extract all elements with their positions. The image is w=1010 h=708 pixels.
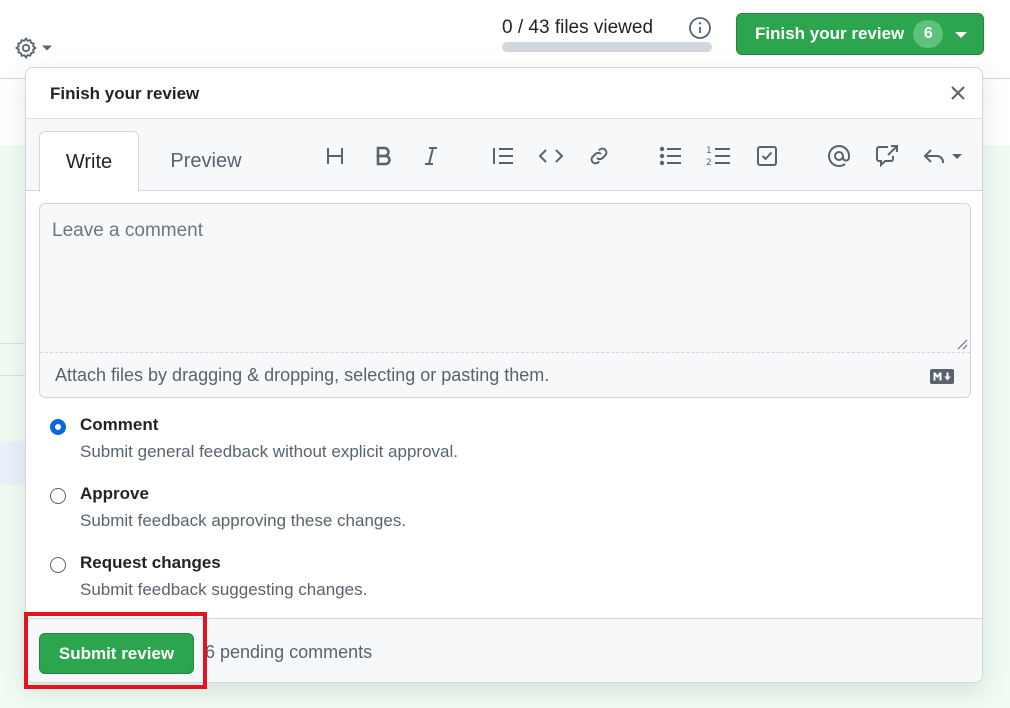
markdown-icon[interactable] — [930, 369, 954, 384]
option-approve-label: Approve — [80, 484, 149, 503]
svg-text:2: 2 — [706, 158, 712, 168]
request-changes-radio[interactable] — [50, 557, 66, 573]
option-request-changes-description: Submit feedback suggesting changes. — [80, 580, 368, 599]
comment-textarea[interactable] — [40, 204, 970, 352]
finish-review-popover: Finish your review Write Preview 12 Leav… — [25, 67, 983, 683]
mention-icon[interactable] — [826, 143, 852, 169]
caret-down-icon — [955, 32, 967, 38]
option-approve-description: Submit feedback approving these changes. — [80, 511, 407, 530]
tab-preview[interactable]: Preview — [156, 131, 256, 191]
heading-icon[interactable] — [322, 143, 348, 169]
italic-icon[interactable] — [418, 143, 444, 169]
settings-menu[interactable] — [14, 36, 53, 60]
pending-comments-text: 6 pending comments — [205, 642, 373, 662]
close-icon[interactable] — [948, 83, 968, 103]
code-icon[interactable] — [538, 143, 564, 169]
finish-review-label: Finish your review — [755, 24, 905, 43]
editor-tabbar: Write Preview 12 — [26, 119, 982, 192]
tab-write[interactable]: Write — [39, 131, 139, 192]
info-icon[interactable] — [688, 16, 712, 40]
svg-text:1: 1 — [706, 146, 712, 156]
attach-files-area[interactable]: Attach files by dragging & dropping, sel… — [40, 352, 970, 398]
popover-footer: Submit review 6 pending comments — [26, 618, 982, 682]
files-viewed-bar — [502, 42, 712, 52]
ordered-list-icon[interactable]: 12 — [706, 143, 732, 169]
submit-review-button[interactable]: Submit review — [39, 633, 194, 674]
comment-radio[interactable] — [50, 419, 66, 435]
popover-title: Finish your review — [50, 84, 200, 103]
saved-replies-icon[interactable] — [922, 143, 966, 169]
pending-count-badge: 6 — [913, 20, 944, 48]
comment-editor: Attach files by dragging & dropping, sel… — [39, 203, 971, 398]
bold-icon[interactable] — [370, 143, 396, 169]
option-comment-description: Submit general feedback without explicit… — [80, 442, 458, 461]
attach-files-text: Attach files by dragging & dropping, sel… — [55, 365, 550, 385]
finish-review-button[interactable]: Finish your review 6 — [736, 13, 984, 55]
files-viewed-text: 0 / 43 files viewed — [502, 17, 654, 38]
link-icon[interactable] — [586, 143, 612, 169]
approve-radio[interactable] — [50, 488, 66, 504]
chevron-down-icon — [42, 45, 52, 51]
option-comment-label: Comment — [80, 415, 159, 434]
option-request-changes-label: Request changes — [80, 553, 221, 572]
task-list-icon[interactable] — [754, 143, 780, 169]
gear-icon — [14, 36, 37, 60]
files-viewed-progress: 0 / 43 files viewed — [502, 16, 714, 52]
popover-header: Finish your review — [26, 68, 982, 119]
quote-icon[interactable] — [490, 143, 516, 169]
cross-reference-icon[interactable] — [874, 143, 900, 169]
resize-handle-icon[interactable] — [956, 338, 968, 350]
unordered-list-icon[interactable] — [658, 143, 684, 169]
